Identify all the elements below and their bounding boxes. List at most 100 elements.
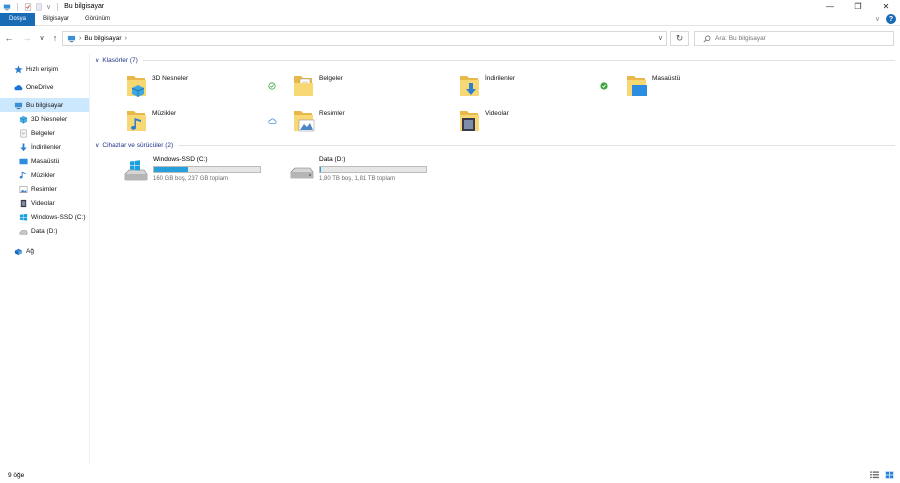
folder-tile-music[interactable]: Müzikler — [126, 108, 286, 138]
title-bar: ∨ Bu bilgisayar — ❐ ✕ — [0, 0, 900, 13]
drive-usage-bar — [153, 166, 261, 173]
folder-tile-downloads[interactable]: İndirilenler — [459, 73, 619, 103]
details-view-icon[interactable] — [870, 471, 879, 479]
view-switcher — [870, 471, 894, 479]
sidebar-item-label: Videolar — [31, 199, 55, 207]
address-dropdown-icon[interactable]: ∨ — [658, 34, 663, 42]
refresh-icon: ↻ — [675, 33, 684, 43]
tab-file[interactable]: Dosya — [0, 12, 36, 26]
sidebar-item-videos[interactable]: Videolar — [0, 196, 89, 210]
computer-icon — [67, 35, 76, 42]
status-bar-item-count: 9 öğe — [8, 472, 25, 479]
help-button[interactable]: ? — [886, 14, 896, 24]
recent-locations-icon[interactable]: ∨ — [37, 33, 47, 44]
sidebar-item-label: Ağ — [26, 247, 34, 255]
folder-tile-desktop[interactable]: Masaüstü — [626, 73, 786, 103]
refresh-button[interactable]: ↻ — [670, 31, 689, 46]
close-button[interactable]: ✕ — [872, 0, 900, 13]
folder-name: Masaüstü — [652, 75, 681, 82]
sidebar-item-pictures[interactable]: Resimler — [0, 182, 89, 196]
forward-icon[interactable]: → — [22, 33, 32, 44]
sidebar-item-drive-c[interactable]: Windows-SSD (C:) — [0, 210, 89, 224]
3d-objects-icon — [19, 115, 28, 124]
up-icon[interactable]: ↑ — [50, 33, 60, 44]
folder-name: Müzikler — [152, 110, 177, 117]
desktop-icon — [19, 158, 28, 164]
star-icon — [14, 64, 23, 73]
folder-name: İndirilenler — [485, 75, 515, 82]
sidebar-item-label: Müzikler — [31, 171, 56, 179]
ribbon-tabs: Dosya Bilgisayar Görünüm ∨ ? — [0, 12, 900, 26]
folder-music-icon — [127, 111, 146, 131]
drive-usage-bar — [319, 166, 427, 173]
cloud-icon — [14, 84, 23, 90]
drive-name: Windows-SSD (C:) — [153, 156, 208, 163]
hard-drive-icon — [290, 167, 314, 179]
group-header-folders[interactable]: ∨ Klasörler (7) — [95, 57, 895, 64]
tab-computer[interactable]: Bilgisayar — [35, 13, 77, 26]
sidebar-item-label: Resimler — [31, 185, 57, 193]
folder-tile-documents[interactable]: Belgeler — [293, 73, 453, 103]
folder-name: Belgeler — [319, 75, 343, 82]
folder-name: Videolar — [485, 110, 509, 117]
folder-videos-icon — [460, 111, 479, 131]
minimize-button[interactable]: — — [816, 0, 844, 13]
drive-tile-d[interactable]: Data (D:) 1,80 TB boş, 1,81 TB toplam — [288, 156, 438, 186]
large-icons-view-icon[interactable] — [885, 471, 894, 479]
sidebar-item-music[interactable]: Müzikler — [0, 168, 89, 182]
address-bar[interactable]: › Bu bilgisayar › ∨ — [62, 31, 667, 46]
group-header-devices[interactable]: ∨ Cihazlar ve sürücüler (2) — [95, 142, 895, 149]
breadcrumb-chevron-icon[interactable]: › — [125, 35, 127, 42]
breadcrumb[interactable]: Bu bilgisayar — [84, 35, 121, 42]
folder-name: Resimler — [319, 110, 345, 117]
sidebar-item-this-pc[interactable]: Bu bilgisayar — [0, 98, 89, 112]
sidebar-item-label: OneDrive — [26, 83, 54, 91]
folder-name: 3D Nesneler — [152, 75, 189, 82]
navigation-pane: Hızlı erişim OneDrive Bu bilgisayar 3D N… — [0, 54, 90, 464]
folder-tile-3d-objects[interactable]: 3D Nesneler — [126, 73, 286, 103]
divider — [17, 2, 18, 11]
customize-toolbar-icon[interactable]: ∨ — [46, 3, 51, 11]
sidebar-item-drive-d[interactable]: Data (D:) — [0, 224, 89, 238]
sidebar-item-label: Bu bilgisayar — [26, 101, 64, 109]
sidebar-item-3d-objects[interactable]: 3D Nesneler — [0, 112, 89, 126]
back-icon[interactable]: ← — [4, 33, 14, 44]
drive-usage-fill — [320, 167, 322, 172]
group-title: Cihazlar ve sürücüler (2) — [102, 142, 174, 149]
collapse-chevron-icon[interactable]: ∨ — [95, 57, 99, 64]
sidebar-item-documents[interactable]: Belgeler — [0, 126, 89, 140]
sidebar-item-label: 3D Nesneler — [31, 115, 68, 123]
folder-tile-pictures[interactable]: Resimler — [293, 108, 453, 138]
folder-tile-videos[interactable]: Videolar — [459, 108, 619, 138]
breadcrumb-chevron-icon[interactable]: › — [79, 35, 81, 42]
sidebar-item-network[interactable]: Ağ — [0, 244, 89, 258]
sidebar-item-label: Hızlı erişim — [26, 65, 59, 73]
sidebar-item-desktop[interactable]: Masaüstü — [0, 154, 89, 168]
sidebar-item-quick-access[interactable]: Hızlı erişim — [0, 62, 89, 76]
sync-status-check-icon — [268, 82, 276, 90]
documents-icon — [20, 129, 27, 137]
drive-tile-c[interactable]: Windows-SSD (C:) 160 GB boş, 237 GB topl… — [122, 156, 272, 186]
sidebar-item-downloads[interactable]: İndirilenler — [0, 140, 89, 154]
downloads-icon — [20, 142, 27, 151]
sync-status-cloud-icon — [268, 118, 277, 124]
videos-icon — [20, 199, 27, 207]
maximize-button[interactable]: ❐ — [844, 0, 872, 13]
expand-ribbon-icon[interactable]: ∨ — [875, 15, 880, 23]
sidebar-item-onedrive[interactable]: OneDrive — [0, 80, 89, 94]
drive-space-info: 1,80 TB boş, 1,81 TB toplam — [319, 176, 396, 182]
group-title: Klasörler (7) — [102, 57, 138, 64]
properties-icon[interactable] — [24, 3, 32, 11]
new-folder-icon[interactable] — [35, 3, 43, 11]
window-title: Bu bilgisayar — [64, 3, 105, 10]
divider — [142, 60, 895, 61]
tab-view[interactable]: Görünüm — [77, 13, 118, 26]
divider — [178, 145, 895, 146]
drive-c-icon — [19, 213, 28, 221]
folder-pictures-icon — [294, 111, 315, 132]
collapse-chevron-icon[interactable]: ∨ — [95, 142, 99, 149]
window-controls: — ❐ ✕ — [816, 0, 900, 13]
search-box[interactable] — [694, 31, 894, 46]
search-icon — [703, 35, 711, 42]
search-input[interactable] — [715, 35, 875, 42]
